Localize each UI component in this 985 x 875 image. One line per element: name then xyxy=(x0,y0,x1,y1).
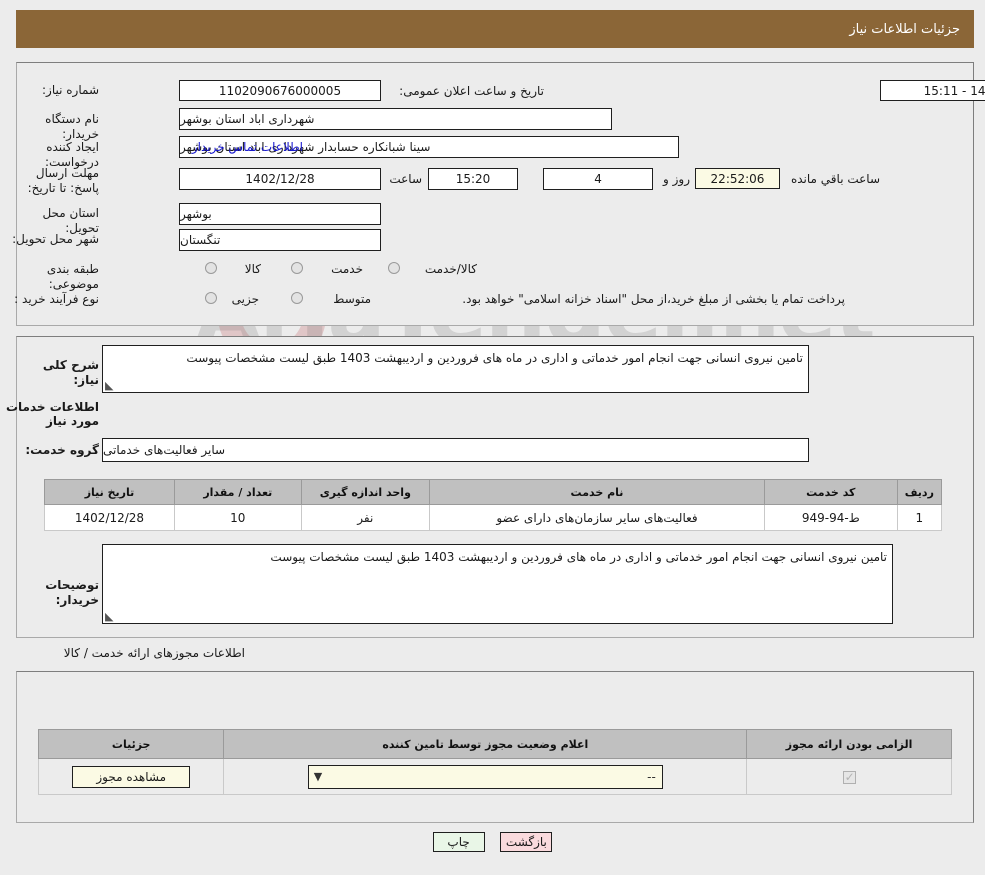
col-code: کد خدمت xyxy=(763,479,898,505)
footer-buttons: بازگشت چاپ xyxy=(0,832,985,852)
radio-category-kala[interactable] xyxy=(205,262,217,274)
cell-unit: نفر xyxy=(300,504,431,531)
cell-date: 1402/12/28 xyxy=(44,504,175,531)
col-date: تاریخ نیاز xyxy=(44,479,175,505)
permits-table-wrap: الزامی بودن ارائه مجوز اعلام وضعیت مجوز … xyxy=(37,729,952,795)
buyer-contact-link[interactable]: اطلاعات تماس خریدار xyxy=(192,140,303,154)
permits-table: الزامی بودن ارائه مجوز اعلام وضعیت مجوز … xyxy=(37,729,952,795)
view-permit-button[interactable]: مشاهده مجوز xyxy=(72,765,191,788)
radio-purchase-jozi-label: جزیی xyxy=(231,292,259,306)
days-remaining-value: 4 xyxy=(543,168,653,190)
buyer-notes-value: تامین نیروی انسانی جهت انجام امور خدماتی… xyxy=(270,550,887,564)
radio-category-kala-label: کالا xyxy=(244,262,261,276)
buyer-notes-textarea[interactable]: تامین نیروی انسانی جهت انجام امور خدماتی… xyxy=(102,544,893,624)
cell-row: 1 xyxy=(896,504,943,531)
buyer-notes-label: توضیحات خریدار: xyxy=(45,578,99,607)
cell-permit-status: ▼ -- xyxy=(223,758,748,795)
services-info-header: اطلاعات خدمات مورد نیاز xyxy=(5,400,99,428)
back-button[interactable]: بازگشت xyxy=(500,832,553,852)
radio-purchase-jozi[interactable] xyxy=(205,292,217,304)
permits-section-header: اطلاعات مجوزهای ارائه خدمت / کالا xyxy=(63,646,245,660)
need-info-panel xyxy=(16,62,974,326)
service-table: ردیف کد خدمت نام خدمت واحد اندازه گیری ت… xyxy=(44,479,943,531)
table-row: 1 ط-94-949 فعالیت‌های سایر سازمان‌های دا… xyxy=(44,504,943,531)
col-unit: واحد اندازه گیری xyxy=(300,479,431,505)
cell-qty: 10 xyxy=(174,504,302,531)
cell-permit-required xyxy=(746,758,952,795)
col-qty: تعداد / مقدار xyxy=(174,479,302,505)
public-announce-value: 1402/12/23 - 15:11 xyxy=(880,80,985,101)
general-desc-label-text: شرح کلی نیاز: xyxy=(42,358,99,387)
radio-category-khedmat-label: خدمت xyxy=(331,262,363,276)
service-table-header-row: ردیف کد خدمت نام خدمت واحد اندازه گیری ت… xyxy=(44,479,943,505)
remaining-label: ساعت باقي مانده xyxy=(790,172,880,186)
purchase-type-label: نوع فرآیند خرید : xyxy=(14,292,99,306)
time-remaining-value: 22:52:06 xyxy=(695,168,780,189)
col-permit-details: جزئیات xyxy=(37,729,225,759)
payment-note: پرداخت تمام یا بخشی از مبلغ خرید،از محل … xyxy=(462,292,845,306)
public-announce-label: تاریخ و ساعت اعلان عمومی: xyxy=(399,84,544,98)
radio-purchase-motavaset-label: متوسط xyxy=(333,292,371,306)
col-row: ردیف xyxy=(896,479,943,505)
col-name: نام خدمت xyxy=(429,479,765,505)
col-permit-status: اعلام وضعیت مجوز توسط تامین کننده xyxy=(223,729,748,759)
permit-required-checkbox xyxy=(842,770,856,784)
page-title-bar: جزئیات اطلاعات نیاز xyxy=(16,10,974,48)
print-button[interactable]: چاپ xyxy=(432,832,485,852)
cell-name: فعالیت‌های سایر سازمان‌های دارای عضو xyxy=(429,504,765,531)
deadline-time-value: 15:20 xyxy=(428,168,518,190)
table-row: ▼ -- مشاهده مجوز xyxy=(37,758,952,795)
page-title: جزئیات اطلاعات نیاز xyxy=(849,21,960,37)
radio-category-kala-khedmat[interactable] xyxy=(388,262,400,274)
city-label: شهر محل تحویل: xyxy=(12,232,99,246)
buyer-org-label: نام دستگاه خریدار: xyxy=(45,112,99,141)
service-group-value: سایر فعالیت‌های خدماتی xyxy=(102,438,809,462)
service-group-label: گروه خدمت: xyxy=(25,443,99,457)
deadline-label: مهلت ارسال پاسخ: تا تاریخ: xyxy=(27,166,99,195)
radio-purchase-motavaset[interactable] xyxy=(291,292,303,304)
days-label: روز و xyxy=(663,172,690,186)
general-desc-textarea[interactable]: تامین نیروی انسانی جهت انجام امور خدماتی… xyxy=(102,345,809,393)
cell-code: ط-94-949 xyxy=(763,504,898,531)
deadline-date-value: 1402/12/28 xyxy=(179,168,381,190)
buyer-org-value: شهرداری اباد استان بوشهر xyxy=(179,108,612,130)
province-value: بوشهر xyxy=(179,203,381,225)
permit-status-select[interactable]: ▼ -- xyxy=(307,764,663,789)
resize-grip-icon[interactable]: ◢ xyxy=(105,610,115,623)
permit-status-value: -- xyxy=(647,769,656,784)
radio-category-khedmat[interactable] xyxy=(291,262,303,274)
radio-category-kala-khedmat-label: کالا/خدمت xyxy=(424,262,477,276)
permits-table-header-row: الزامی بودن ارائه مجوز اعلام وضعیت مجوز … xyxy=(37,729,952,759)
category-label: طبقه بندی موضوعی: xyxy=(46,262,99,291)
chevron-down-icon: ▼ xyxy=(313,769,323,783)
need-number-label: شماره نیاز: xyxy=(42,83,99,97)
cell-permit-details: مشاهده مجوز xyxy=(37,758,225,795)
hour-label: ساعت xyxy=(389,172,422,186)
general-desc-value: تامین نیروی انسانی جهت انجام امور خدماتی… xyxy=(186,351,803,365)
resize-grip-icon[interactable]: ◢ xyxy=(105,379,115,392)
col-permit-required: الزامی بودن ارائه مجوز xyxy=(746,729,952,759)
city-value: تنگستان xyxy=(179,229,381,251)
need-number-value: 1102090676000005 xyxy=(179,80,381,101)
